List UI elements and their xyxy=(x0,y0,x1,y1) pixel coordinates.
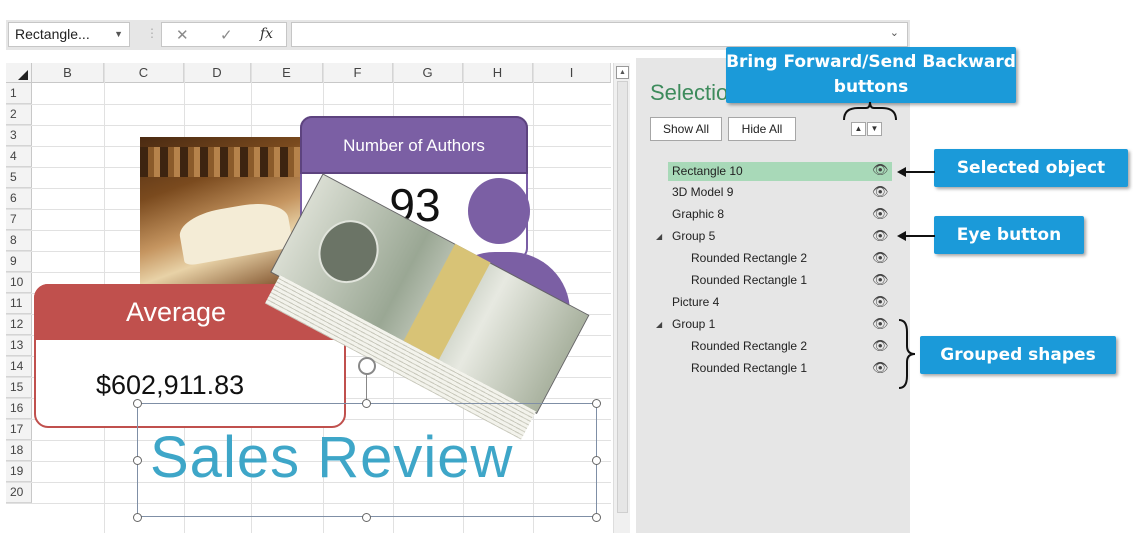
bookshelf-image xyxy=(140,147,315,177)
column-header[interactable]: D xyxy=(184,63,251,83)
row-header[interactable]: 14 xyxy=(6,356,32,377)
resize-handle[interactable] xyxy=(592,456,601,465)
eye-icon[interactable]: 👁 xyxy=(872,206,889,222)
eye-icon[interactable]: 👁 xyxy=(872,294,889,310)
send-backward-button[interactable]: ▼ xyxy=(867,122,882,136)
grouped-shapes-callout: Grouped shapes xyxy=(920,336,1116,374)
row-header[interactable]: 10 xyxy=(6,272,32,293)
brace-icon xyxy=(843,101,897,121)
resize-handle[interactable] xyxy=(592,399,601,408)
person-icon-head[interactable] xyxy=(468,178,530,244)
show-all-button[interactable]: Show All xyxy=(650,117,722,141)
row-header[interactable]: 16 xyxy=(6,398,32,419)
insert-function-icon[interactable]: fx xyxy=(260,26,273,42)
expand-formula-icon[interactable]: ⌄ xyxy=(890,26,899,39)
row-header[interactable]: 6 xyxy=(6,188,32,209)
arrow-left-icon xyxy=(897,167,906,177)
row-header[interactable]: 7 xyxy=(6,209,32,230)
separator-dots: ⋮ xyxy=(146,26,158,40)
selection-item[interactable]: Picture 4 xyxy=(672,293,719,312)
rotate-handle[interactable] xyxy=(358,357,376,375)
row-header[interactable]: 2 xyxy=(6,104,32,125)
vertical-scrollbar[interactable]: ▲ xyxy=(613,63,630,533)
column-header[interactable]: I xyxy=(533,63,611,83)
row-header[interactable]: 3 xyxy=(6,125,32,146)
selection-group[interactable]: Group 1 xyxy=(672,315,715,334)
eye-icon[interactable]: 👁 xyxy=(872,360,889,376)
row-header[interactable]: 8 xyxy=(6,230,32,251)
selection-item[interactable]: Graphic 8 xyxy=(672,205,724,224)
bring-forward-callout: Bring Forward/Send Backward buttons xyxy=(726,47,1016,103)
open-book-image xyxy=(176,197,294,267)
chevron-down-icon[interactable]: ▼ xyxy=(114,23,123,46)
column-header[interactable]: F xyxy=(323,63,393,83)
scroll-thumb[interactable] xyxy=(617,81,628,513)
name-box[interactable]: Rectangle... ▼ xyxy=(8,22,130,47)
selection-item[interactable]: Rounded Rectangle 2 xyxy=(691,249,807,268)
resize-handle[interactable] xyxy=(133,513,142,522)
resize-handle[interactable] xyxy=(133,399,142,408)
row-header[interactable]: 20 xyxy=(6,482,32,503)
row-header[interactable]: 17 xyxy=(6,419,32,440)
arrow-line xyxy=(905,171,935,173)
selection-group[interactable]: Group 5 xyxy=(672,227,715,246)
gridline xyxy=(6,104,611,105)
formula-input[interactable]: ⌄ xyxy=(291,22,908,47)
collapse-triangle-icon[interactable]: ◢ xyxy=(656,320,662,329)
row-header[interactable]: 19 xyxy=(6,461,32,482)
name-box-value: Rectangle... xyxy=(15,26,90,42)
selection-item[interactable]: 3D Model 9 xyxy=(672,183,733,202)
row-header[interactable]: 1 xyxy=(6,83,32,104)
eye-icon[interactable]: 👁 xyxy=(872,228,889,244)
column-header[interactable]: H xyxy=(463,63,533,83)
formula-controls: ✕ ✓ fx xyxy=(161,22,287,47)
selection-item[interactable]: Rounded Rectangle 2 xyxy=(691,337,807,356)
collapse-triangle-icon[interactable]: ◢ xyxy=(656,232,662,241)
selected-object-callout: Selected object xyxy=(934,149,1128,187)
column-header[interactable]: E xyxy=(251,63,323,83)
enter-icon[interactable]: ✓ xyxy=(220,26,233,44)
resize-handle[interactable] xyxy=(133,456,142,465)
resize-handle[interactable] xyxy=(362,399,371,408)
row-header[interactable]: 9 xyxy=(6,251,32,272)
row-header[interactable]: 15 xyxy=(6,377,32,398)
selection-item[interactable]: Rounded Rectangle 1 xyxy=(691,271,807,290)
scroll-up-icon[interactable]: ▲ xyxy=(616,66,629,79)
hide-all-button[interactable]: Hide All xyxy=(728,117,796,141)
brace-icon xyxy=(898,319,916,389)
row-header[interactable]: 13 xyxy=(6,335,32,356)
authors-card-header[interactable]: Number of Authors xyxy=(300,116,528,174)
column-header[interactable]: C xyxy=(104,63,184,83)
eye-icon[interactable]: 👁 xyxy=(872,272,889,288)
selection-item[interactable]: Rounded Rectangle 1 xyxy=(691,359,807,378)
row-header[interactable]: 11 xyxy=(6,293,32,314)
eye-icon[interactable]: 👁 xyxy=(872,338,889,354)
resize-handle[interactable] xyxy=(592,513,601,522)
row-header[interactable]: 18 xyxy=(6,440,32,461)
arrow-line xyxy=(905,235,935,237)
eye-button-callout: Eye button xyxy=(934,216,1084,254)
sales-review-title[interactable]: Sales Review xyxy=(150,424,513,491)
cancel-icon[interactable]: ✕ xyxy=(176,26,189,44)
row-header[interactable]: 12 xyxy=(6,314,32,335)
resize-handle[interactable] xyxy=(362,513,371,522)
eye-icon[interactable]: 👁 xyxy=(872,250,889,266)
select-all-corner[interactable] xyxy=(6,63,32,83)
average-value: $602,911.83 xyxy=(96,370,245,400)
arrow-left-icon xyxy=(897,231,906,241)
row-header[interactable]: 4 xyxy=(6,146,32,167)
selection-item[interactable]: Rectangle 10 xyxy=(672,162,743,181)
column-header[interactable]: G xyxy=(393,63,463,83)
eye-icon[interactable]: 👁 xyxy=(872,162,889,178)
bring-forward-button[interactable]: ▲ xyxy=(851,122,866,136)
eye-icon[interactable]: 👁 xyxy=(872,316,889,332)
eye-icon[interactable]: 👁 xyxy=(872,184,889,200)
column-header[interactable]: B xyxy=(32,63,104,83)
row-header[interactable]: 5 xyxy=(6,167,32,188)
